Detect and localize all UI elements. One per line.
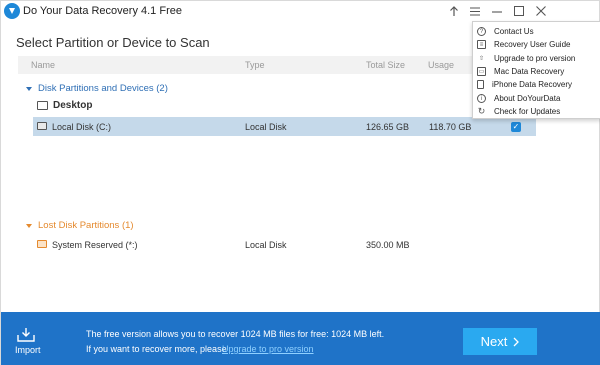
menu-item-label: About DoYourData (494, 94, 561, 103)
free-version-notice: The free version allows you to recover 1… (86, 329, 385, 339)
group-lost-partitions[interactable]: Lost Disk Partitions (1) (26, 220, 134, 231)
table-row[interactable]: System Reserved (*:) Local Disk 350.00 M… (33, 235, 536, 254)
menu-item-iphone-recovery[interactable]: iPhone Data Recovery (473, 78, 600, 91)
monitor-icon (37, 101, 48, 110)
app-window: Do Your Data Recovery 4.1 Free Select Pa… (0, 0, 600, 365)
import-icon[interactable] (17, 327, 35, 342)
column-usage[interactable]: Usage (428, 60, 454, 70)
maximize-button[interactable] (509, 2, 529, 20)
collapse-arrow-icon (26, 86, 32, 91)
column-type[interactable]: Type (245, 60, 265, 70)
mac-icon: ▭ (477, 67, 486, 76)
upload-icon[interactable] (444, 2, 464, 20)
row-total: 350.00 MB (366, 240, 410, 250)
disk-icon (37, 122, 47, 130)
app-logo-icon (4, 3, 20, 19)
next-button-label: Next (480, 334, 508, 349)
subgroup-desktop: Desktop (37, 100, 92, 111)
menu-item-mac-recovery[interactable]: ▭ Mac Data Recovery (473, 65, 600, 78)
row-name: System Reserved (*:) (52, 240, 138, 250)
menu-item-label: Recovery User Guide (494, 40, 571, 49)
recover-more-notice: If you want to recover more, please (86, 344, 227, 354)
menu-item-label: Check for Updates (494, 107, 561, 116)
menu-icon[interactable] (465, 2, 485, 20)
next-button[interactable]: Next (463, 328, 537, 355)
checkbox-checked-icon[interactable]: ✓ (511, 122, 521, 132)
menu-item-about[interactable]: i About DoYourData (473, 92, 600, 105)
menu-item-label: Mac Data Recovery (494, 67, 565, 76)
refresh-icon: ↻ (477, 106, 486, 116)
menu-item-label: Contact Us (494, 27, 534, 36)
collapse-arrow-icon (26, 223, 32, 228)
row-type: Local Disk (245, 122, 287, 132)
help-menu: ? Contact Us ≡ Recovery User Guide ⇧ Upg… (472, 21, 600, 119)
group-disk-partitions[interactable]: Disk Partitions and Devices (2) (26, 83, 168, 94)
minimize-button[interactable] (487, 2, 507, 20)
menu-item-check-updates[interactable]: ↻ Check for Updates (473, 105, 600, 118)
disk-icon (37, 240, 47, 248)
row-total: 126.65 GB (366, 122, 410, 132)
menu-item-contact-us[interactable]: ? Contact Us (473, 25, 600, 38)
row-name: Local Disk (C:) (52, 122, 112, 132)
group-disk-title: Disk Partitions and Devices (2) (38, 83, 168, 94)
upgrade-link[interactable]: Upgrade to pro version (222, 344, 314, 354)
chevron-right-icon (513, 337, 520, 346)
menu-item-upgrade[interactable]: ⇧ Upgrade to pro version (473, 52, 600, 65)
row-type: Local Disk (245, 240, 287, 250)
iphone-icon (477, 80, 484, 89)
app-title: Do Your Data Recovery 4.1 Free (23, 5, 182, 17)
info-icon: i (477, 94, 486, 103)
question-icon: ? (477, 27, 486, 36)
row-used: 118.70 GB (429, 122, 472, 132)
footer-bar: Import The free version allows you to re… (1, 312, 600, 365)
guide-icon: ≡ (477, 40, 486, 49)
column-name[interactable]: Name (31, 60, 55, 70)
table-row[interactable]: Local Disk (C:) Local Disk 126.65 GB 118… (33, 117, 536, 136)
group-lost-title: Lost Disk Partitions (1) (38, 220, 134, 231)
menu-item-label: Upgrade to pro version (494, 54, 576, 63)
import-button[interactable]: Import (15, 345, 41, 355)
subgroup-desktop-label: Desktop (53, 100, 93, 111)
title-bar: Do Your Data Recovery 4.1 Free (1, 1, 600, 23)
column-total-size[interactable]: Total Size (366, 60, 405, 70)
page-title: Select Partition or Device to Scan (16, 35, 210, 50)
menu-item-label: iPhone Data Recovery (492, 80, 573, 89)
menu-item-user-guide[interactable]: ≡ Recovery User Guide (473, 38, 600, 51)
close-button[interactable] (531, 2, 551, 20)
upgrade-icon: ⇧ (478, 56, 485, 62)
